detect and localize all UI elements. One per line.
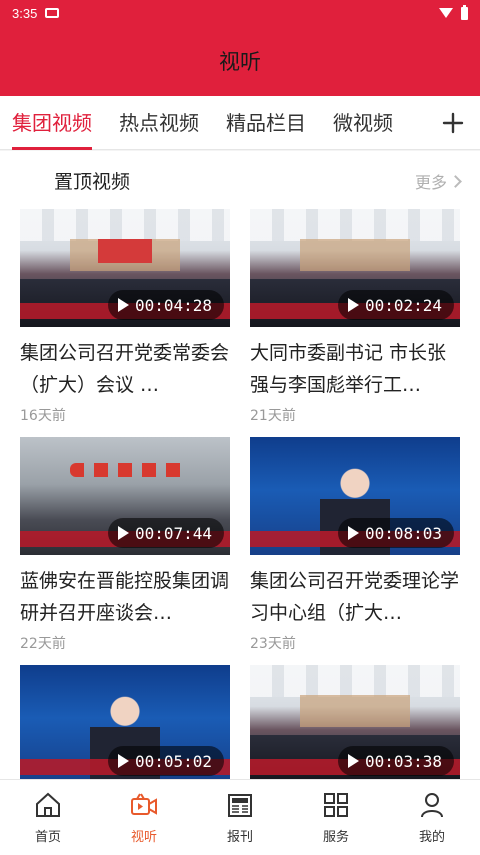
video-card[interactable]: 00:05:02 bbox=[20, 665, 230, 779]
nav-home[interactable]: 首页 bbox=[0, 780, 96, 855]
duration-badge: 00:07:44 bbox=[108, 518, 225, 548]
play-icon bbox=[348, 298, 359, 312]
video-thumbnail[interactable]: 00:03:38 bbox=[250, 665, 460, 779]
nav-video[interactable]: 视听 bbox=[96, 780, 192, 855]
video-thumbnail[interactable]: 00:02:24 bbox=[250, 209, 460, 327]
duration-text: 00:03:38 bbox=[365, 751, 443, 771]
play-icon bbox=[348, 754, 359, 768]
video-thumbnail[interactable]: 00:07:44 bbox=[20, 437, 230, 555]
duration-badge: 00:04:28 bbox=[108, 290, 225, 320]
duration-text: 00:02:24 bbox=[365, 295, 443, 315]
video-feed[interactable]: 置顶视频 更多 00:04:28 集团公司召开党委常委会（扩大）会议 … 16天… bbox=[0, 151, 480, 779]
video-age: 23天前 bbox=[250, 636, 296, 652]
play-icon bbox=[118, 298, 129, 312]
play-icon bbox=[118, 754, 129, 768]
duration-text: 00:05:02 bbox=[135, 751, 213, 771]
video-card[interactable]: 00:04:28 集团公司召开党委常委会（扩大）会议 … 16天前 bbox=[20, 209, 230, 437]
video-card[interactable]: 00:08:03 集团公司召开党委理论学习中心组（扩大… 23天前 bbox=[250, 437, 460, 665]
video-card[interactable]: 00:07:44 蓝佛安在晋能控股集团调研并召开座谈会… 22天前 bbox=[20, 437, 230, 665]
video-camera-icon bbox=[131, 793, 157, 815]
duration-text: 00:08:03 bbox=[365, 523, 443, 543]
tab-micro-videos[interactable]: 微视频 bbox=[333, 96, 393, 150]
video-title[interactable]: 大同市委副书记 市长张强与李国彪举行工… bbox=[250, 337, 460, 401]
chevron-right-icon bbox=[449, 174, 462, 188]
status-time: 3:35 bbox=[12, 5, 38, 21]
duration-badge: 00:08:03 bbox=[338, 518, 455, 548]
wifi-icon bbox=[439, 8, 453, 18]
duration-badge: 00:03:38 bbox=[338, 746, 455, 776]
battery-icon bbox=[461, 4, 468, 20]
status-bar: 3:35 bbox=[0, 0, 480, 26]
video-card[interactable]: 00:03:38 bbox=[250, 665, 460, 779]
bottom-nav: 首页 视听 报刊 服务 我的 bbox=[0, 779, 480, 855]
nav-newspaper[interactable]: 报刊 bbox=[192, 780, 288, 855]
status-indicators bbox=[439, 4, 468, 20]
plus-icon bbox=[442, 112, 464, 134]
category-tabs: 集团视频 热点视频 精品栏目 微视频 bbox=[0, 96, 480, 150]
video-age: 16天前 bbox=[20, 408, 66, 424]
home-icon bbox=[36, 792, 60, 817]
video-thumbnail[interactable]: 00:05:02 bbox=[20, 665, 230, 779]
video-title[interactable]: 集团公司召开党委常委会（扩大）会议 … bbox=[20, 337, 230, 401]
video-thumbnail[interactable]: 00:04:28 bbox=[20, 209, 230, 327]
duration-text: 00:07:44 bbox=[135, 523, 213, 543]
tab-group-videos[interactable]: 集团视频 bbox=[12, 96, 92, 150]
nav-label: 报刊 bbox=[226, 830, 253, 845]
video-title[interactable]: 集团公司召开党委理论学习中心组（扩大… bbox=[250, 565, 460, 629]
duration-text: 00:04:28 bbox=[135, 295, 213, 315]
newspaper-icon bbox=[228, 794, 252, 817]
nav-label: 服务 bbox=[322, 830, 349, 845]
duration-badge: 00:05:02 bbox=[108, 746, 225, 776]
notification-icon bbox=[45, 8, 60, 18]
nav-label: 视听 bbox=[130, 830, 157, 845]
nav-label: 首页 bbox=[34, 830, 61, 845]
video-age: 22天前 bbox=[20, 636, 66, 652]
nav-profile[interactable]: 我的 bbox=[384, 780, 480, 855]
more-link[interactable]: 更多 bbox=[414, 169, 462, 193]
section-title: 置顶视频 bbox=[54, 171, 131, 193]
nav-label: 我的 bbox=[418, 830, 445, 845]
add-tab-button[interactable] bbox=[438, 104, 468, 142]
user-icon bbox=[421, 793, 443, 818]
video-title[interactable]: 蓝佛安在晋能控股集团调研并召开座谈会… bbox=[20, 565, 230, 629]
duration-badge: 00:02:24 bbox=[338, 290, 455, 320]
app-header: 视听 bbox=[0, 26, 480, 96]
section-header: 置顶视频 更多 bbox=[0, 151, 480, 209]
video-thumbnail[interactable]: 00:08:03 bbox=[250, 437, 460, 555]
video-age: 21天前 bbox=[250, 408, 296, 424]
play-icon bbox=[348, 526, 359, 540]
nav-services[interactable]: 服务 bbox=[288, 780, 384, 855]
page-title: 视听 bbox=[219, 50, 261, 74]
tab-hot-videos[interactable]: 热点视频 bbox=[119, 96, 199, 150]
tab-featured-columns[interactable]: 精品栏目 bbox=[226, 96, 306, 150]
play-icon bbox=[118, 526, 129, 540]
video-grid: 00:04:28 集团公司召开党委常委会（扩大）会议 … 16天前 00:02:… bbox=[20, 209, 460, 779]
video-card[interactable]: 00:02:24 大同市委副书记 市长张强与李国彪举行工… 21天前 bbox=[250, 209, 460, 437]
grid-icon bbox=[324, 793, 348, 817]
more-label: 更多 bbox=[414, 173, 447, 192]
